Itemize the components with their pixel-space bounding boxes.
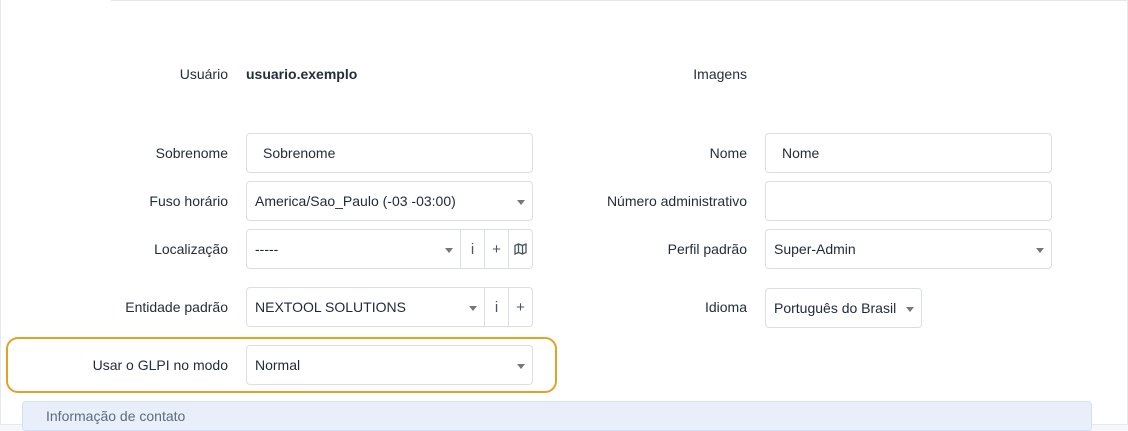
info-icon: i: [470, 240, 475, 258]
user-value: usuario.exemplo: [246, 66, 358, 82]
top-divider: [111, 0, 1128, 1]
profile-label: Perfil padrão: [667, 241, 747, 257]
map-icon: [514, 243, 527, 255]
mode-label: Usar o GLPI no modo: [92, 357, 228, 373]
chevron-down-icon: [906, 307, 914, 312]
contact-section-title: Informação de contato: [46, 408, 186, 424]
info-icon: i: [494, 298, 499, 316]
firstname-label: Nome: [709, 145, 747, 161]
location-value: -----: [255, 241, 279, 257]
entity-select[interactable]: NEXTOOL SOLUTIONS: [246, 287, 485, 327]
profile-value: Super-Admin: [774, 241, 856, 257]
language-value: Português do Brasil: [774, 300, 897, 316]
plus-icon: +: [492, 240, 501, 258]
lastname-label: Sobrenome: [155, 145, 228, 161]
mode-value: Normal: [255, 357, 301, 373]
entity-info-button[interactable]: i: [485, 287, 509, 327]
location-map-button[interactable]: [509, 229, 533, 269]
chevron-down-icon: [517, 364, 525, 369]
entity-add-button[interactable]: +: [509, 287, 533, 327]
chevron-down-icon: [1036, 248, 1044, 253]
entity-label: Entidade padrão: [125, 299, 228, 315]
plus-icon: +: [516, 298, 525, 316]
language-label: Idioma: [704, 299, 747, 315]
timezone-label: Fuso horário: [149, 193, 228, 209]
admin-number-label: Número administrativo: [606, 193, 747, 209]
location-info-button[interactable]: i: [461, 229, 485, 269]
lastname-input[interactable]: [246, 133, 533, 173]
location-add-button[interactable]: +: [485, 229, 509, 269]
entity-value: NEXTOOL SOLUTIONS: [255, 299, 406, 315]
entity-field-group: NEXTOOL SOLUTIONS i +: [246, 287, 533, 327]
mode-select[interactable]: Normal: [246, 345, 533, 385]
firstname-input[interactable]: [765, 133, 1052, 173]
timezone-value: America/Sao_Paulo (-03 -03:00): [255, 193, 456, 209]
chevron-down-icon: [517, 200, 525, 205]
profile-select[interactable]: Super-Admin: [765, 229, 1052, 269]
location-label: Localização: [154, 241, 228, 257]
location-field-group: ----- i +: [246, 229, 533, 269]
chevron-down-icon: [445, 248, 453, 253]
timezone-select[interactable]: America/Sao_Paulo (-03 -03:00): [246, 181, 533, 221]
user-label: Usuário: [179, 66, 228, 82]
contact-section-header[interactable]: Informação de contato: [22, 401, 1092, 431]
user-form-card: Usuário usuario.exemplo Imagens Sobrenom…: [0, 0, 1128, 431]
admin-number-input[interactable]: [765, 181, 1052, 221]
chevron-down-icon: [469, 306, 477, 311]
location-select[interactable]: -----: [246, 229, 461, 269]
language-select[interactable]: Português do Brasil: [765, 288, 922, 328]
images-label: Imagens: [693, 66, 747, 82]
